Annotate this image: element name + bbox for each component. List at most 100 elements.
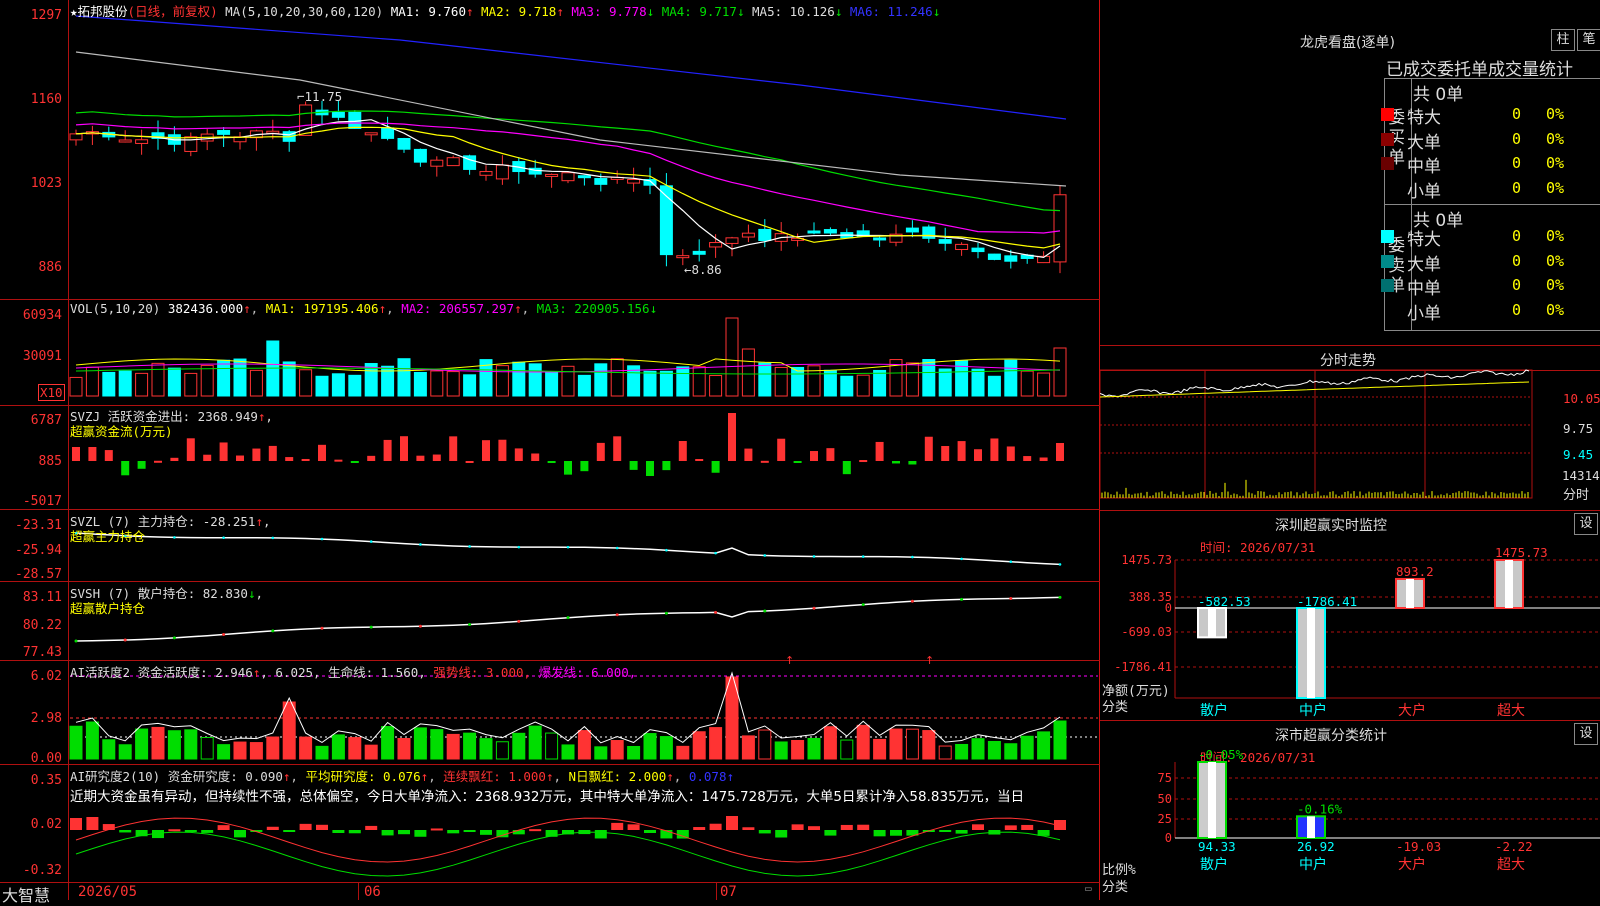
ai2-ytick: 0.35 xyxy=(30,773,62,788)
x-label: 06 xyxy=(364,884,381,900)
fund-flow-bar xyxy=(564,461,572,475)
candle-body xyxy=(69,133,83,141)
research-bar xyxy=(316,824,328,830)
candle-body xyxy=(184,136,198,152)
fenshi-vol: 14314 xyxy=(1562,468,1600,483)
volume-bar xyxy=(69,376,83,397)
activity-bar xyxy=(627,745,641,760)
main-ytick: 886 xyxy=(38,260,62,275)
fund-flow-bar xyxy=(514,448,523,461)
candle-body xyxy=(971,247,985,253)
realtime-bar-chart: 1475.73388.350-699.03-1786.41-582.53散户-1… xyxy=(1114,545,1600,719)
activity-bar xyxy=(905,728,919,760)
lock-icon[interactable]: ▭ xyxy=(1085,882,1092,895)
bar-value-label: 893.2 xyxy=(1396,564,1434,579)
fund-flow-bar xyxy=(662,461,671,471)
lhb-tabs[interactable]: 已成交委托单成交量统计 xyxy=(1386,55,1573,80)
category-swatch xyxy=(1381,132,1394,146)
ai2-n: N日飘红: 2.000 xyxy=(568,769,667,784)
high-annotation: ⌐11.75 xyxy=(297,89,343,104)
candle-body xyxy=(823,229,837,234)
y-tick: 50 xyxy=(1158,792,1172,806)
vol-ma3-arrow: ↓ xyxy=(649,301,658,316)
fund-flow-bar xyxy=(777,438,786,461)
bar-top-label: -0.05% xyxy=(1198,747,1244,762)
star-icon[interactable]: ★ xyxy=(70,4,78,19)
bar-value-label: -19.03 xyxy=(1396,839,1441,854)
candle-body xyxy=(397,138,411,150)
research-bar xyxy=(512,830,525,835)
category-swatch xyxy=(1381,108,1394,121)
fund-flow-bar xyxy=(318,444,326,461)
fenshi-panel[interactable]: 分时走势 10.05 9.75 9.45 14314 分时 xyxy=(1100,345,1600,510)
main-dot xyxy=(369,540,373,543)
category-swatch xyxy=(1381,230,1394,243)
x-label: 07 xyxy=(720,884,737,900)
activity-bar xyxy=(430,729,444,760)
research-bar xyxy=(283,830,296,832)
category-name: 特大 xyxy=(1407,108,1441,128)
research-bar xyxy=(791,824,804,830)
activity-bar xyxy=(610,740,624,760)
category-label: 超大 xyxy=(1497,857,1525,873)
realtime-panel: 深圳超赢实时监控 设 时间: 2026/07/31 1475.73 388.35 0… xyxy=(1100,510,1600,720)
category-label: 超大 xyxy=(1497,703,1525,719)
volume-bar xyxy=(430,370,444,397)
ai1-ytick: 6.02 xyxy=(30,669,62,684)
bar-mode-button[interactable]: 柱 xyxy=(1551,29,1575,51)
research-bar xyxy=(1021,824,1034,830)
chart-area[interactable]: ↑ ↑ ★拓邦股份(日线，前复权) MA(5,10,20,30,60,120) M… xyxy=(0,0,1100,905)
svsh-ytick: 77.43 xyxy=(22,645,62,660)
ai2-ytick: 0.02 xyxy=(30,817,62,832)
fund-flow-bar xyxy=(924,436,933,461)
main-dot xyxy=(960,557,963,561)
research-bar xyxy=(709,823,722,830)
category-name: 小单 xyxy=(1407,181,1441,202)
candle-body xyxy=(561,172,575,182)
volume-bar xyxy=(1020,370,1034,397)
svzl-sub: 超赢主力持仓 xyxy=(70,529,146,544)
svzl-ytick: -25.94 xyxy=(15,543,62,558)
candle-body xyxy=(741,232,755,238)
svzl-sep: , xyxy=(263,514,271,529)
tick-mode-button[interactable]: 笔 xyxy=(1577,29,1600,51)
chart-mode[interactable]: (日线，前复权) xyxy=(128,4,218,19)
vol-ma3: MA3: 220905.156 xyxy=(536,301,650,316)
ma5-value: MA5: 10.126 xyxy=(752,4,835,19)
volume-bar xyxy=(528,363,542,397)
activity-bar xyxy=(381,726,395,760)
fund-flow-bar xyxy=(531,453,540,461)
research-bar xyxy=(726,816,738,830)
fund-flow-bar xyxy=(219,442,228,461)
svsh-ytick: 80.22 xyxy=(22,618,62,633)
vol-ma2: MA2: 206557.297 xyxy=(401,301,515,316)
retail-dot xyxy=(123,638,127,642)
bar-highlight xyxy=(1505,560,1513,608)
ma3-arrow: ↓ xyxy=(646,4,655,19)
main-ytick: 1297 xyxy=(30,8,62,23)
vol-ytick: 60934 xyxy=(22,308,62,323)
activity-bar xyxy=(151,726,165,760)
candle-body xyxy=(594,178,608,185)
candle-body xyxy=(1004,255,1018,262)
ai1-burst: 爆发线: 6.000, xyxy=(538,665,637,680)
volume-bar xyxy=(594,363,608,397)
fund-flow-bar xyxy=(367,455,376,461)
activity-bar xyxy=(873,738,887,760)
ma1-arrow: ↑ xyxy=(465,4,474,19)
vol-arrow: ↑ xyxy=(243,301,251,316)
activity-bar xyxy=(594,746,608,760)
ai2-cont: 连续飘红: 1.000 xyxy=(443,769,546,784)
activity-bar xyxy=(135,728,149,760)
bar-value-label: 94.33 xyxy=(1198,839,1236,854)
fund-flow-bar xyxy=(121,461,130,476)
candlestick-chart[interactable]: ↑ ↑ xyxy=(0,0,1100,900)
intraday-chart[interactable] xyxy=(1100,345,1600,510)
research-bar xyxy=(627,824,640,830)
bar-top-label: -0.16% xyxy=(1297,801,1343,816)
bar-value-label: -582.53 xyxy=(1198,594,1251,609)
bar-value-label: 26.92 xyxy=(1297,839,1335,854)
ma1-value: MA1: 9.760 xyxy=(390,4,466,19)
activity-bar xyxy=(922,730,936,760)
category-count: 0 xyxy=(1512,154,1522,172)
